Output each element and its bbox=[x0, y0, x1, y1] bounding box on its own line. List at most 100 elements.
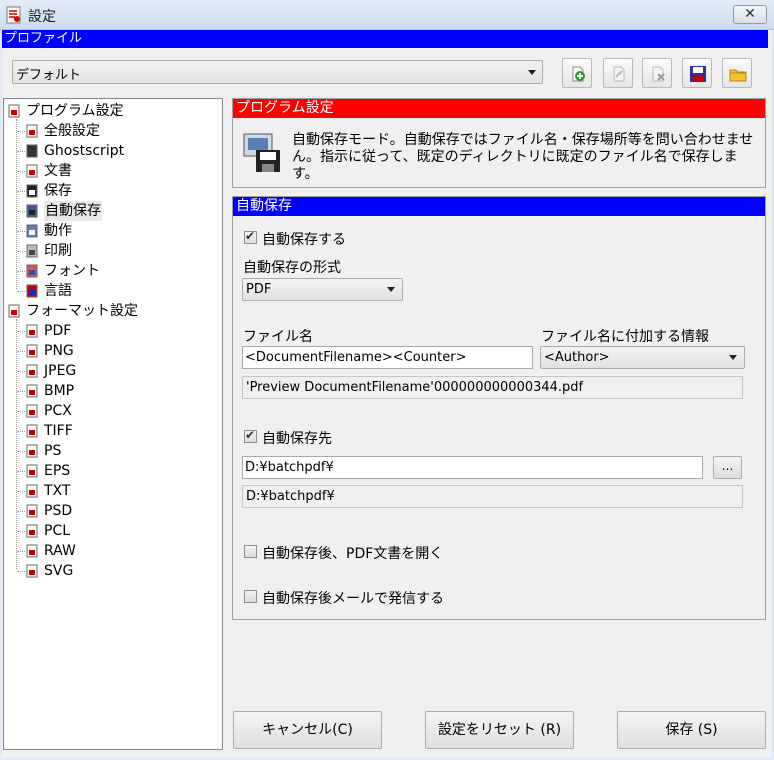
format-settings-icon bbox=[8, 304, 20, 318]
cancel-button[interactable]: キャンセル(C) bbox=[233, 711, 382, 749]
autosave-format-select[interactable]: PDF bbox=[242, 278, 403, 301]
autosave-format-label: 自動保存の形式 bbox=[243, 260, 341, 276]
filename-token-label: ファイル名に付加する情報 bbox=[541, 329, 709, 345]
chevron-down-icon bbox=[387, 287, 395, 292]
destination-preview-text: D:¥batchpdf¥ bbox=[246, 489, 335, 504]
tree-item-label: 保存 bbox=[44, 183, 72, 199]
open-folder-button[interactable] bbox=[722, 58, 752, 88]
action-icon bbox=[26, 224, 38, 238]
open-folder-icon bbox=[729, 69, 747, 82]
reset-button[interactable]: 設定をリセット (R) bbox=[425, 711, 574, 749]
format-file-icon bbox=[26, 544, 38, 558]
add-profile-icon bbox=[572, 66, 585, 82]
destination-input[interactable]: D:¥batchpdf¥ bbox=[242, 456, 703, 479]
format-file-icon bbox=[26, 364, 38, 378]
filename-preview: 'Preview DocumentFilename'00000000000034… bbox=[242, 376, 743, 399]
save-icon bbox=[26, 184, 38, 198]
format-file-icon bbox=[26, 424, 38, 438]
tree-item-label: PCL bbox=[44, 523, 71, 539]
tree-item-label: RAW bbox=[44, 543, 76, 559]
format-file-icon bbox=[26, 564, 38, 578]
program-settings-description: 自動保存モード。自動保存ではファイル名・保存場所等を問い合わせません。指示に従っ… bbox=[292, 132, 754, 182]
title-bar bbox=[0, 0, 774, 30]
format-file-icon bbox=[26, 484, 38, 498]
tree-item-label: プログラム設定 bbox=[26, 103, 124, 119]
rename-profile-icon bbox=[613, 66, 625, 82]
autosave-icon bbox=[26, 204, 38, 218]
save-button[interactable]: 保存 (S) bbox=[617, 711, 766, 749]
add-profile-button[interactable] bbox=[562, 58, 592, 88]
tree-item-label: PNG bbox=[44, 343, 74, 359]
chevron-down-icon bbox=[528, 70, 536, 75]
delete-profile-button[interactable] bbox=[642, 58, 672, 88]
autosave-enable-checkbox[interactable] bbox=[244, 229, 257, 244]
save-profile-icon bbox=[690, 66, 706, 82]
profile-select[interactable]: デフォルト bbox=[12, 60, 543, 84]
print-icon bbox=[26, 244, 38, 258]
tree-item-label: PDF bbox=[44, 323, 72, 339]
close-button[interactable]: ✕ bbox=[733, 5, 767, 24]
mail-after-save-checkbox[interactable] bbox=[244, 590, 257, 603]
format-file-icon bbox=[26, 444, 38, 458]
format-file-icon bbox=[26, 324, 38, 338]
format-file-icon bbox=[26, 524, 38, 538]
bottom-edge bbox=[2, 754, 772, 758]
format-file-icon bbox=[26, 404, 38, 418]
autosave-large-icon bbox=[242, 130, 282, 178]
format-file-icon bbox=[26, 504, 38, 518]
tree-item-label: PSD bbox=[44, 503, 73, 519]
tree-item-label: Ghostscript bbox=[44, 143, 125, 159]
filename-input-value: <DocumentFilename><Counter> bbox=[245, 350, 467, 365]
profile-select-value: デフォルト bbox=[16, 68, 82, 83]
tree-item-label: JPEG bbox=[44, 363, 77, 379]
font-icon bbox=[26, 264, 38, 278]
rename-profile-button[interactable] bbox=[603, 58, 633, 88]
mail-after-save-label: 自動保存後メールで発信する bbox=[262, 591, 444, 607]
filename-token-value: <Author> bbox=[544, 350, 610, 365]
tree-item-label: 印刷 bbox=[44, 243, 72, 259]
filename-label: ファイル名 bbox=[243, 329, 313, 345]
language-icon bbox=[26, 284, 38, 298]
tree-item-label: PS bbox=[44, 443, 62, 459]
tree-item-label: BMP bbox=[44, 383, 75, 399]
format-file-icon bbox=[26, 464, 38, 478]
program-settings-header: プログラム設定 bbox=[233, 99, 765, 118]
document-icon bbox=[26, 164, 38, 178]
general-icon bbox=[26, 124, 38, 138]
tree-item-label: フォント bbox=[44, 263, 100, 279]
filename-preview-text: 'Preview DocumentFilename'00000000000034… bbox=[246, 380, 584, 395]
destination-preview: D:¥batchpdf¥ bbox=[242, 485, 743, 508]
autosave-destination-checkbox[interactable] bbox=[244, 428, 257, 443]
open-after-save-label: 自動保存後、PDF文書を開く bbox=[262, 546, 444, 562]
program-settings-icon bbox=[8, 104, 20, 118]
tree-item-label: SVG bbox=[44, 563, 74, 579]
delete-profile-icon bbox=[652, 66, 665, 82]
profile-header: プロファイル bbox=[2, 30, 768, 48]
app-icon bbox=[6, 6, 22, 24]
format-file-icon bbox=[26, 384, 38, 398]
tree-item-label: TIFF bbox=[44, 423, 73, 439]
save-profile-button[interactable] bbox=[682, 58, 712, 88]
filename-input[interactable]: <DocumentFilename><Counter> bbox=[242, 346, 533, 369]
tree-item-label: 自動保存 bbox=[44, 201, 102, 221]
tree-item-label: 文書 bbox=[44, 163, 72, 179]
window-title: 設定 bbox=[28, 9, 56, 25]
tree-item-label: TXT bbox=[44, 483, 71, 499]
open-after-save-checkbox[interactable] bbox=[244, 545, 257, 558]
autosave-destination-label: 自動保存先 bbox=[262, 431, 332, 447]
autosave-enable-label: 自動保存する bbox=[262, 232, 346, 248]
format-file-icon bbox=[26, 344, 38, 358]
filename-token-select[interactable]: <Author> bbox=[540, 346, 745, 369]
destination-input-value: D:¥batchpdf¥ bbox=[245, 460, 334, 475]
autosave-format-value: PDF bbox=[246, 282, 272, 297]
ghostscript-icon bbox=[26, 144, 38, 158]
tree-item-label: 動作 bbox=[44, 223, 72, 239]
browse-button[interactable]: ... bbox=[713, 456, 742, 479]
autosave-header: 自動保存 bbox=[233, 197, 765, 216]
tree-item-label: フォーマット設定 bbox=[26, 303, 138, 319]
tree-item-label: EPS bbox=[44, 463, 71, 479]
settings-tree[interactable]: プログラム設定 全般設定 Ghostscript 文書 保存 自動保存 動作 印刷 フォント 言語… bbox=[3, 98, 223, 750]
tree-item-label: PCX bbox=[44, 403, 72, 419]
tree-item-label: 言語 bbox=[44, 283, 72, 299]
chevron-down-icon bbox=[729, 355, 737, 360]
